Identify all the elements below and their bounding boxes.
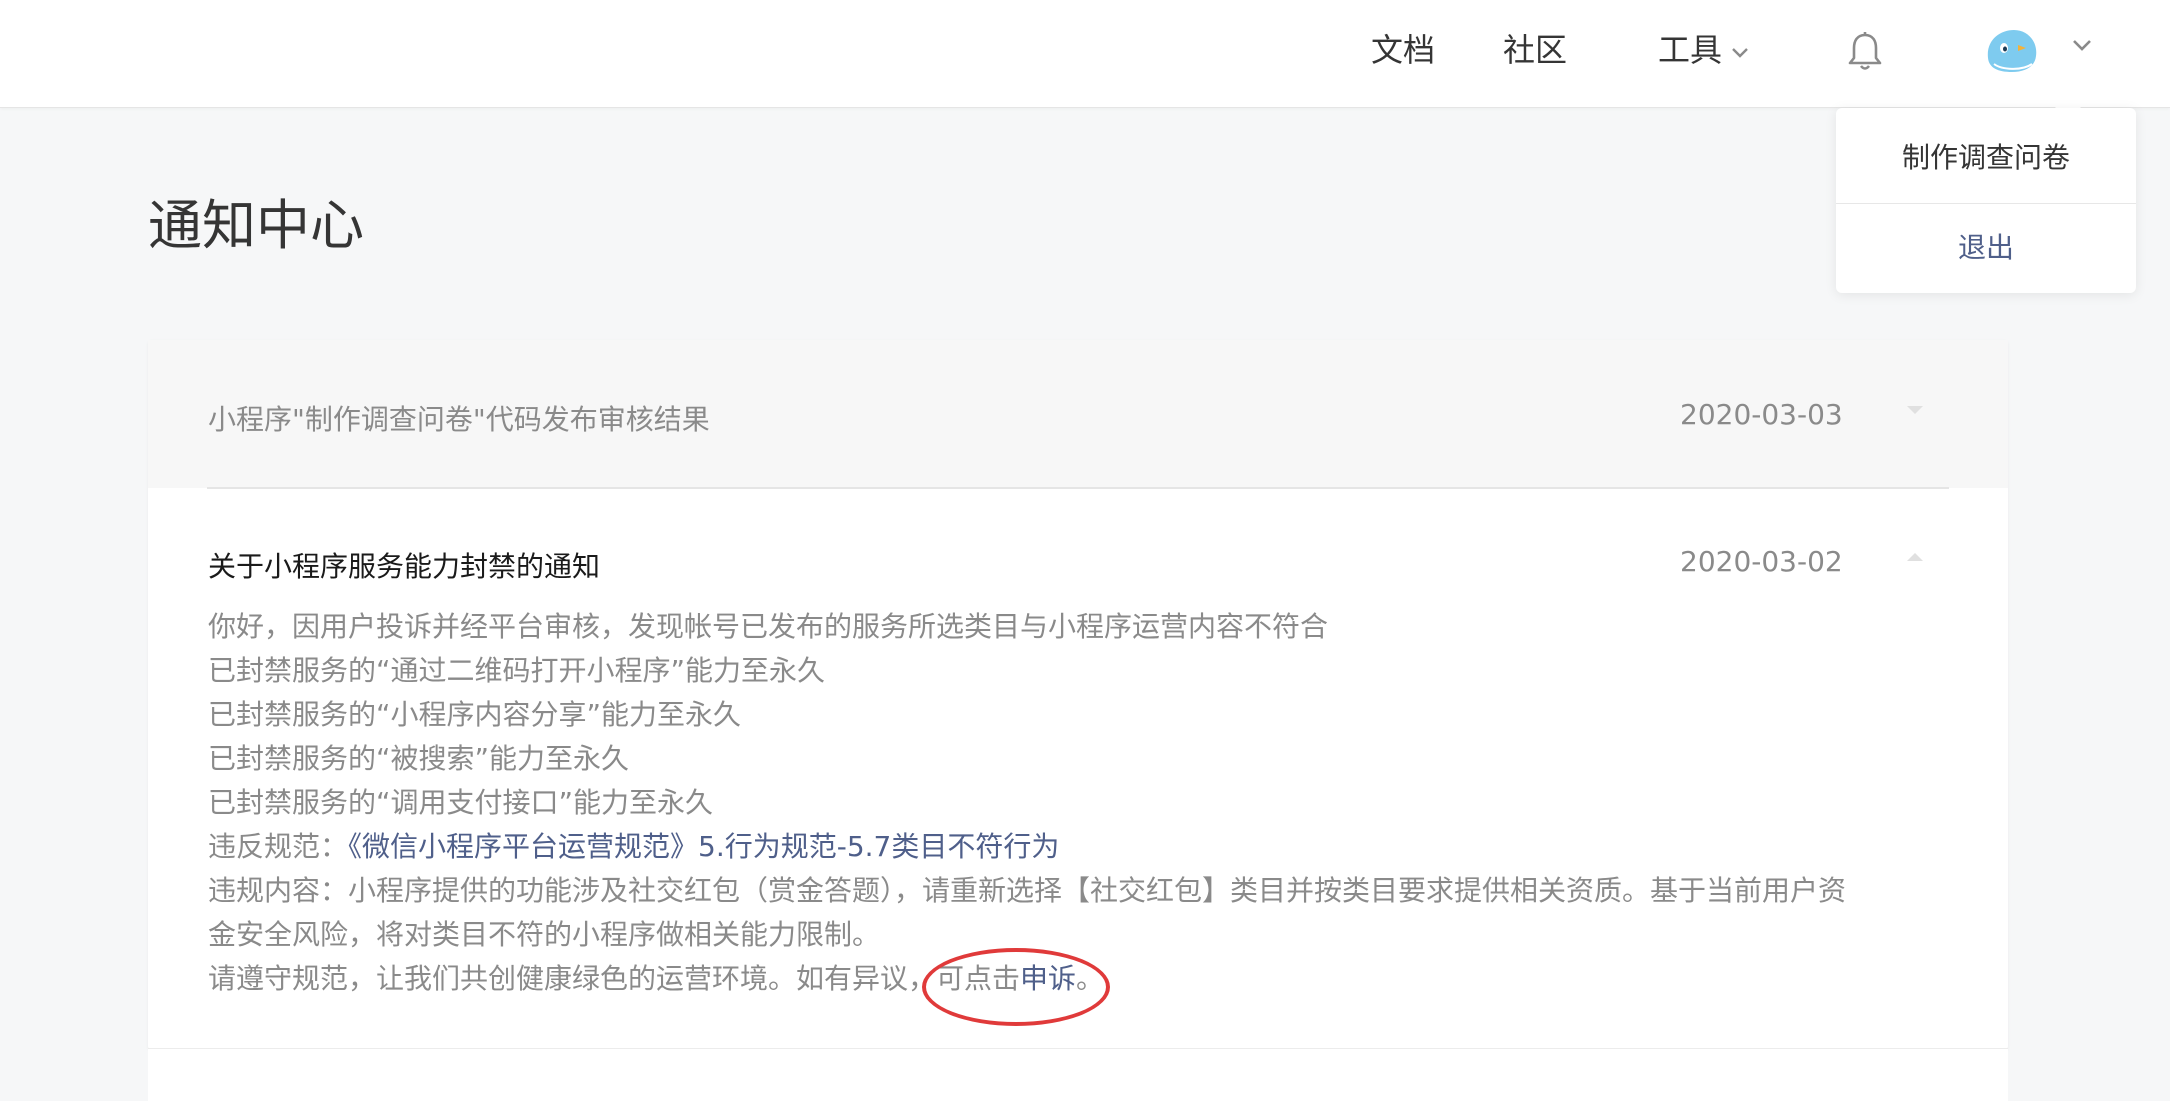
dropdown-item-logout[interactable]: 退出	[1836, 226, 2136, 266]
policy-link[interactable]: 《微信小程序平台运营规范》5.行为规范-5.7类目不符行为	[348, 830, 1059, 863]
chevron-down-icon	[1732, 48, 1748, 58]
notification-title[interactable]: 关于小程序服务能力封禁的通知	[208, 545, 600, 585]
violation-content: 违规内容：小程序提供的功能涉及社交红包（赏金答题），请重新选择【社交红包】类目并…	[208, 874, 1847, 951]
notification-title: 小程序"制作调查问卷"代码发布审核结果	[208, 403, 710, 436]
nav-tools-label: 工具	[1658, 31, 1723, 69]
chevron-down-icon[interactable]	[2070, 36, 2094, 54]
closing-suffix: 。	[1076, 962, 1105, 995]
body-line: 已封禁服务的“调用支付接口”能力至永久	[208, 786, 714, 819]
avatar-icon[interactable]	[1982, 24, 2042, 76]
page-title: 通知中心	[148, 194, 364, 257]
body-line: 已封禁服务的“小程序内容分享”能力至永久	[208, 698, 742, 731]
body-line: 已封禁服务的“通过二维码打开小程序”能力至永久	[208, 654, 826, 687]
notification-row[interactable]: 小程序"制作调查问卷"代码发布审核结果 2020-03-03	[148, 340, 2008, 488]
top-navigation-bar	[0, 0, 2170, 108]
dropdown-item-survey[interactable]: 制作调查问卷	[1836, 136, 2136, 176]
nav-community-link[interactable]: 社区	[1503, 28, 1567, 72]
user-dropdown-menu: 制作调查问卷 退出	[1836, 108, 2136, 293]
nav-docs-link[interactable]: 文档	[1371, 28, 1435, 72]
row-divider	[207, 487, 1949, 489]
nav-tools-menu[interactable]: 工具	[1658, 28, 1750, 72]
closing-line: 请遵守规范，让我们共创健康绿色的运营环境。如有异议，可点击申诉。	[208, 957, 1848, 1001]
bell-icon[interactable]	[1846, 30, 1884, 72]
notification-body: 你好，因用户投诉并经平台审核，发现帐号已发布的服务所选类目与小程序运营内容不符合…	[208, 605, 1848, 1001]
caret-down-icon[interactable]	[1905, 404, 1925, 416]
caret-up-icon[interactable]	[1905, 551, 1925, 563]
appeal-link[interactable]: 申诉	[1020, 962, 1076, 995]
closing-prefix: 请遵守规范，让我们共创健康绿色的运营环境。如有异议，可点击	[208, 962, 1021, 995]
dropdown-caret	[2054, 95, 2082, 109]
dropdown-divider	[1836, 203, 2136, 204]
violation-prefix: 违反规范：	[208, 830, 349, 863]
violation-line: 违反规范：《微信小程序平台运营规范》5.行为规范-5.7类目不符行为	[208, 825, 1848, 869]
notification-date: 2020-03-03	[1680, 398, 1843, 431]
body-line: 已封禁服务的“被搜索”能力至永久	[208, 742, 630, 775]
body-line: 你好，因用户投诉并经平台审核，发现帐号已发布的服务所选类目与小程序运营内容不符合	[208, 610, 1329, 643]
notification-row[interactable]	[148, 1048, 2008, 1101]
notification-date: 2020-03-02	[1680, 545, 1843, 578]
